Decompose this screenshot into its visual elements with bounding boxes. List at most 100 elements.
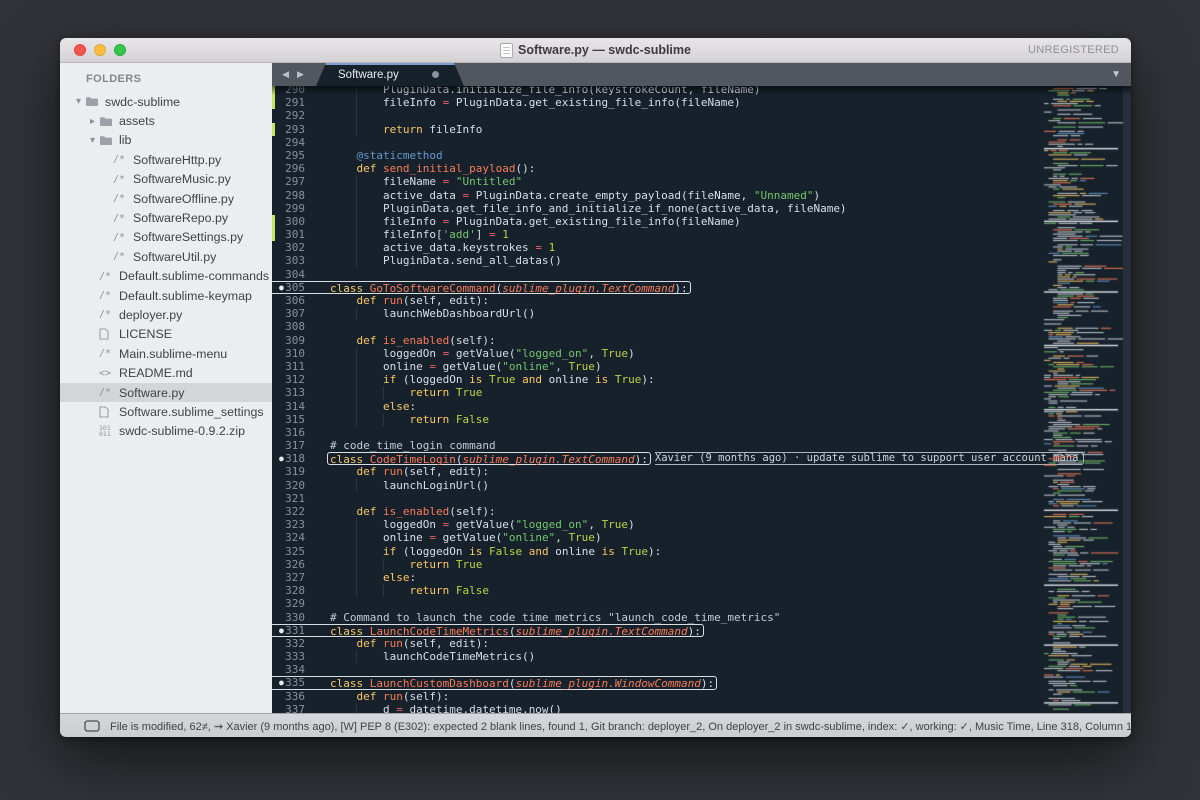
code-line[interactable]: 334 (272, 663, 1040, 676)
tree-item-swdc-sublime-0-9-2-zip[interactable]: 101011swdc-sublime-0.9.2.zip (60, 422, 272, 441)
class-outline: class CodeTimeLogin(sublime_plugin.TextC… (327, 452, 651, 465)
scrollbar-track[interactable] (1123, 86, 1131, 713)
code-line[interactable]: 329 (272, 597, 1040, 610)
code-line[interactable]: 303 PluginData.send_all_datas() (272, 254, 1040, 267)
code-line[interactable]: 297 fileName = "Untitled" (272, 175, 1040, 188)
code-line[interactable]: 332 def run(self, edit): (272, 637, 1040, 650)
code-line[interactable]: 308 (272, 320, 1040, 333)
tree-item-main-sublime-menu[interactable]: /*Main.sublime-menu (60, 344, 272, 363)
code-line[interactable]: 323 loggedOn = getValue("logged_on", Tru… (272, 518, 1040, 531)
code-line[interactable]: 330# Command to launch the code time met… (272, 611, 1040, 624)
line-number: 295 (272, 149, 318, 162)
code-line[interactable]: 321 (272, 492, 1040, 505)
code-line[interactable]: 305●class GoToSoftwareCommand(sublime_pl… (272, 281, 1040, 294)
code-line[interactable]: 317# code_time_login command (272, 439, 1040, 452)
tree-item-lib[interactable]: ▾lib (60, 131, 272, 150)
editor[interactable]: 290 PluginData.initialize_file_info(keys… (272, 86, 1131, 713)
code-line[interactable]: 294 (272, 136, 1040, 149)
bookmark-dot-icon: ● (279, 624, 284, 637)
code-line[interactable]: 299 PluginData.get_file_info_and_initial… (272, 202, 1040, 215)
code-line[interactable]: 293 return fileInfo (272, 123, 1040, 136)
code-line[interactable]: 296 def send_initial_payload(): (272, 162, 1040, 175)
code-line[interactable]: 292 (272, 109, 1040, 122)
code-line[interactable]: 337 d = datetime.datetime.now() (272, 703, 1040, 713)
tree-item-label: SoftwareRepo.py (133, 211, 228, 225)
indent-guide (356, 254, 357, 267)
tree-item-deployer-py[interactable]: /*deployer.py (60, 305, 272, 324)
tree-item-readme-md[interactable]: <>README.md (60, 363, 272, 382)
tab-software-py[interactable]: Software.py (316, 63, 464, 86)
code-line[interactable]: 316 (272, 426, 1040, 439)
tree-item-swdc-sublime[interactable]: ▾swdc-sublime (60, 92, 272, 111)
code-line[interactable]: 331●class LaunchCodeTimeMetrics(sublime_… (272, 624, 1040, 637)
tree-item-softwaremusic-py[interactable]: /*SoftwareMusic.py (60, 170, 272, 189)
code-line[interactable]: 322 def is_enabled(self): (272, 505, 1040, 518)
code-line[interactable]: 306 def run(self, edit): (272, 294, 1040, 307)
minimize-button[interactable] (94, 44, 106, 56)
code-line[interactable]: 320 launchLoginUrl() (272, 479, 1040, 492)
tree-item-default-sublime-commands[interactable]: /*Default.sublime-commands (60, 267, 272, 286)
sublime-window: Software.py — swdc-sublime UNREGISTERED … (60, 38, 1131, 737)
code-line[interactable]: 318●class CodeTimeLogin(sublime_plugin.T… (272, 452, 1040, 465)
tree-item-softwareutil-py[interactable]: /*SoftwareUtil.py (60, 247, 272, 266)
code-line[interactable]: 302 active_data.keystrokes = 1 (272, 241, 1040, 254)
title-bar[interactable]: Software.py — swdc-sublime UNREGISTERED (60, 38, 1131, 63)
code-line[interactable]: 304 (272, 268, 1040, 281)
code-line[interactable]: 310 loggedOn = getValue("logged_on", Tru… (272, 347, 1040, 360)
close-button[interactable] (74, 44, 86, 56)
tab-back-icon[interactable]: ◀ (282, 69, 289, 80)
code-line[interactable]: 335●class LaunchCustomDashboard(sublime_… (272, 676, 1040, 689)
code-line[interactable]: 311 online = getValue("online", True) (272, 360, 1040, 373)
code-line[interactable]: 324 online = getValue("online", True) (272, 531, 1040, 544)
code-line[interactable]: 312 if (loggedOn is True and online is T… (272, 373, 1040, 386)
zoom-button[interactable] (114, 44, 126, 56)
python-file-icon: /* (99, 309, 117, 320)
code-line[interactable]: 295 @staticmethod (272, 149, 1040, 162)
tree-item-softwarehttp-py[interactable]: /*SoftwareHttp.py (60, 150, 272, 169)
tree-item-default-sublime-keymap[interactable]: /*Default.sublime-keymap (60, 286, 272, 305)
code-line[interactable]: 327 else: (272, 571, 1040, 584)
code-line[interactable]: 301 fileInfo['add'] = 1 (272, 228, 1040, 241)
markup-file-icon: <> (99, 368, 117, 379)
code-line[interactable]: 326 return True (272, 558, 1040, 571)
chevron-right-icon[interactable]: ▸ (86, 116, 99, 127)
tree-item-softwaresettings-py[interactable]: /*SoftwareSettings.py (60, 228, 272, 247)
tree-item-assets[interactable]: ▸assets (60, 111, 272, 130)
code-line[interactable]: 291 fileInfo = PluginData.get_existing_f… (272, 96, 1040, 109)
code-line[interactable]: 336 def run(self): (272, 690, 1040, 703)
tab-overflow-button[interactable]: ▼ (1111, 63, 1121, 86)
code-line[interactable]: 314 else: (272, 400, 1040, 413)
minimap[interactable] (1040, 86, 1123, 713)
document-proxy-icon[interactable] (500, 43, 513, 58)
line-number: 327 (272, 571, 318, 584)
code-line[interactable]: 325 if (loggedOn is False and online is … (272, 545, 1040, 558)
folder-icon (99, 135, 117, 146)
code-line[interactable]: 290 PluginData.initialize_file_info(keys… (272, 86, 1040, 96)
code-line[interactable]: 315 return False (272, 413, 1040, 426)
status-display-icon[interactable] (84, 720, 100, 732)
code-line[interactable]: 300 fileInfo = PluginData.get_existing_f… (272, 215, 1040, 228)
tree-item-license[interactable]: LICENSE (60, 325, 272, 344)
chevron-down-icon[interactable]: ▾ (86, 135, 99, 146)
tree-item-label: Default.sublime-commands (119, 269, 269, 283)
code-line[interactable]: 313 return True (272, 386, 1040, 399)
tab-nav-buttons: ◀ ▶ (272, 63, 314, 86)
line-number: 290 (272, 86, 318, 96)
tree-item-softwareoffline-py[interactable]: /*SoftwareOffline.py (60, 189, 272, 208)
code-area[interactable]: 290 PluginData.initialize_file_info(keys… (272, 86, 1040, 713)
code-text: active_data.keystrokes = 1 (330, 241, 555, 254)
code-line[interactable]: 309 def is_enabled(self): (272, 334, 1040, 347)
tab-forward-icon[interactable]: ▶ (297, 69, 304, 80)
tree-item-software-py[interactable]: /*Software.py (60, 383, 272, 402)
indent-guide (356, 307, 357, 320)
tree-item-softwarerepo-py[interactable]: /*SoftwareRepo.py (60, 208, 272, 227)
code-line[interactable]: 328 return False (272, 584, 1040, 597)
code-line[interactable]: 307 launchWebDashboardUrl() (272, 307, 1040, 320)
code-line[interactable]: 333 launchCodeTimeMetrics() (272, 650, 1040, 663)
indent-guide (356, 109, 357, 122)
code-line[interactable]: 298 active_data = PluginData.create_empt… (272, 189, 1040, 202)
line-number: 321 (272, 492, 318, 505)
chevron-down-icon[interactable]: ▾ (72, 96, 85, 107)
tree-item-software-sublime-settings[interactable]: Software.sublime_settings (60, 402, 272, 421)
code-line[interactable]: 319 def run(self, edit): (272, 465, 1040, 478)
